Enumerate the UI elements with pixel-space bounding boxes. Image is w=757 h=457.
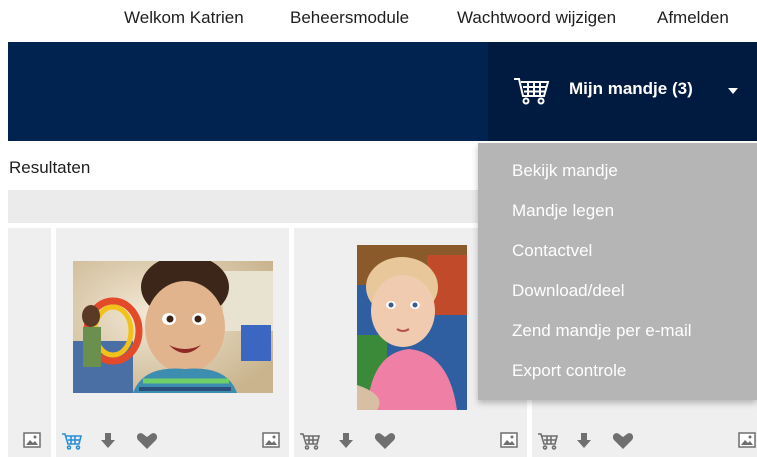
cart-label: Mijn mandje (3) [569,79,693,98]
cart-icon[interactable] [299,432,321,450]
result-card[interactable] [8,228,51,457]
result-card[interactable] [56,228,289,457]
result-photo[interactable] [357,245,467,410]
menu-item-empty-cart[interactable]: Mandje legen [512,201,614,221]
image-icon[interactable] [500,432,518,448]
menu-item-download-share[interactable]: Download/deel [512,281,624,301]
image-icon[interactable] [262,432,280,448]
cart-icon[interactable] [61,432,83,450]
result-photo[interactable] [73,261,273,393]
welcome-link[interactable]: Welkom Katrien [124,8,244,28]
heart-icon[interactable] [612,432,634,450]
heart-icon[interactable] [374,432,396,450]
heart-icon[interactable] [136,432,158,450]
download-icon[interactable] [100,432,116,450]
menu-item-contact-sheet[interactable]: Contactvel [512,241,592,261]
download-icon[interactable] [576,432,592,450]
menu-item-email-cart[interactable]: Zend mandje per e-mail [512,321,692,341]
menu-item-export-check[interactable]: Export controle [512,361,626,381]
download-icon[interactable] [338,432,354,450]
results-title: Resultaten [9,158,91,177]
image-icon[interactable] [23,432,41,448]
chevron-down-icon [728,88,738,94]
menu-item-view-cart[interactable]: Bekijk mandje [512,161,618,181]
admin-module-link[interactable]: Beheersmodule [290,8,409,28]
my-cart-button[interactable]: Mijn mandje (3) [488,42,757,141]
cart-icon[interactable] [537,432,559,450]
top-navigation: Welkom Katrien Beheersmodule Wachtwoord … [0,0,757,38]
logout-link[interactable]: Afmelden [657,8,729,28]
cart-dropdown-menu: Bekijk mandje Mandje legen Contactvel Do… [478,143,757,400]
cart-icon [514,78,550,105]
image-icon[interactable] [738,432,756,448]
change-password-link[interactable]: Wachtwoord wijzigen [457,8,616,28]
